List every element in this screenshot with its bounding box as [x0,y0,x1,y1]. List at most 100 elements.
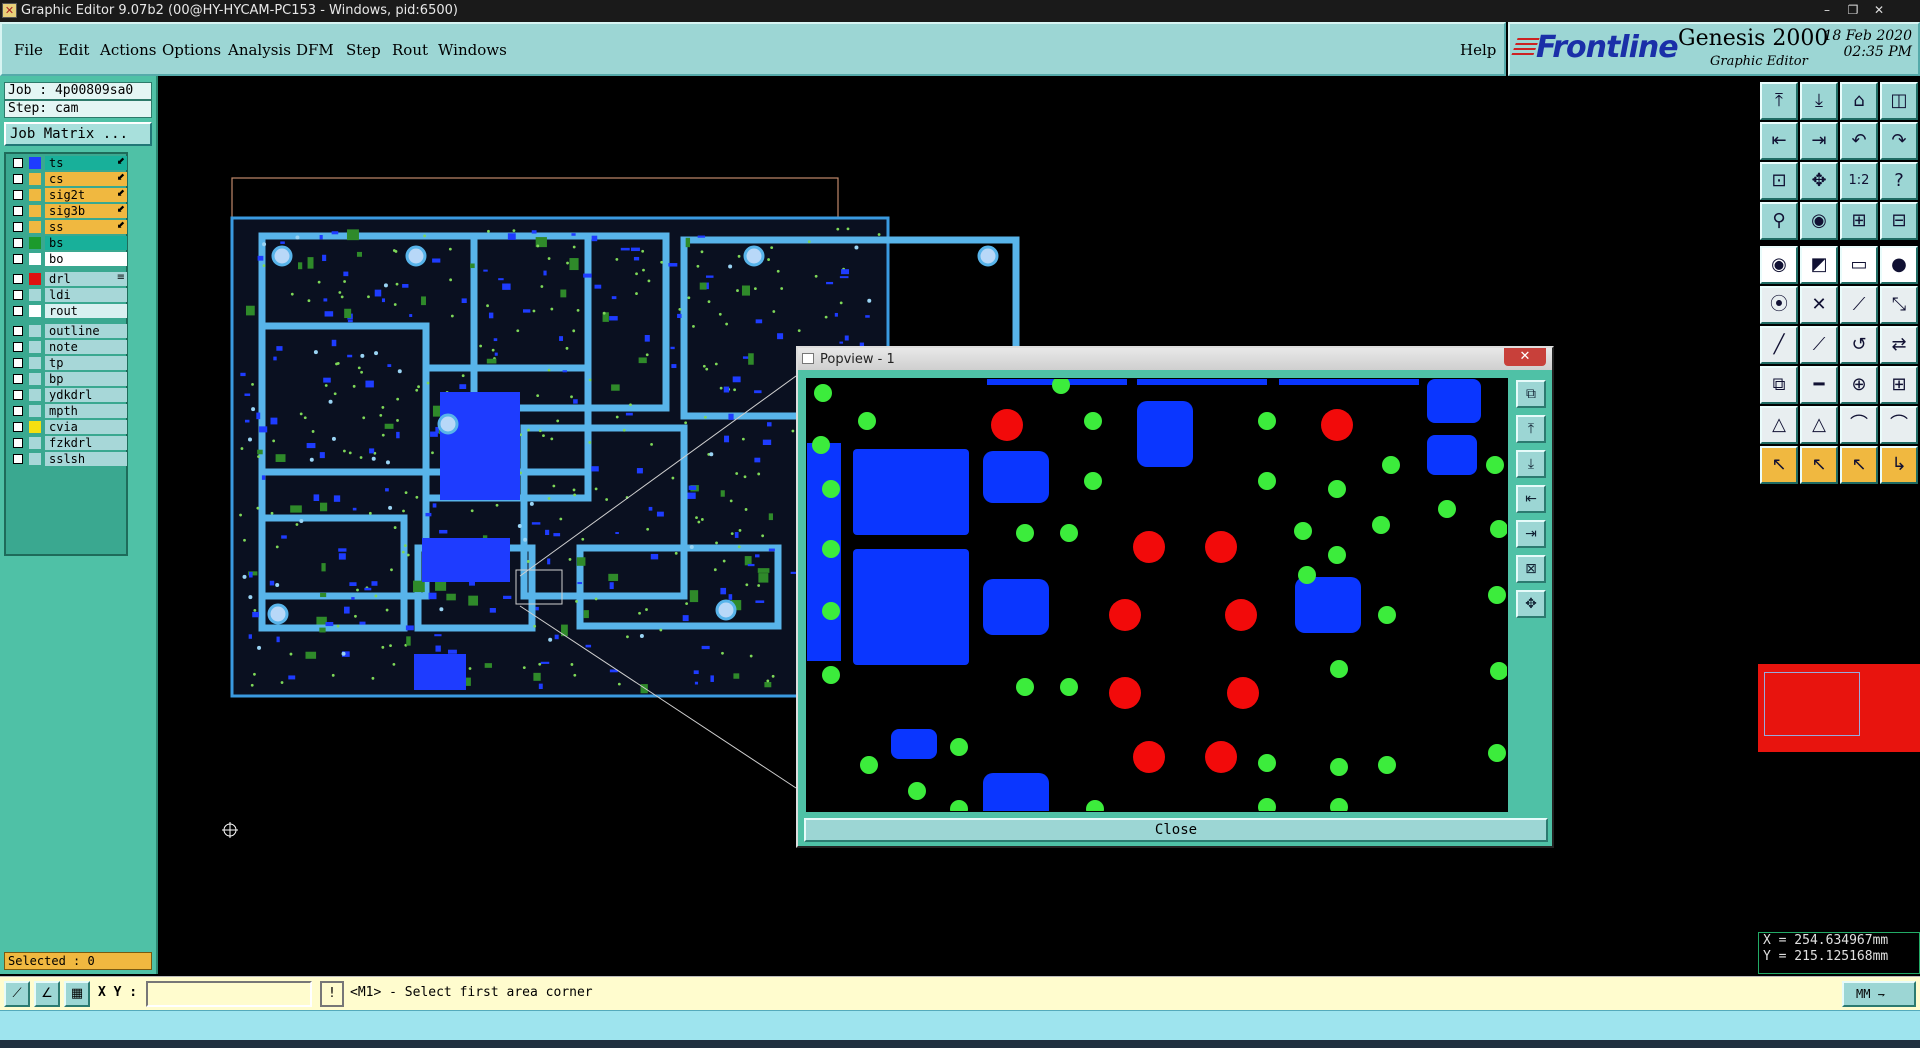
menu-edit[interactable]: Edit [58,41,89,59]
close-icon[interactable]: ✕ [1504,348,1546,366]
node-icon[interactable]: ⦿ [1760,286,1798,324]
layer-checkbox[interactable] [13,358,23,368]
pointer-alt-icon[interactable]: ↖ [1800,446,1838,484]
menu-step[interactable]: Step [346,41,381,59]
one-to-one-icon[interactable]: 1:2 [1840,162,1878,200]
menu-analysis[interactable]: Analysis [228,41,291,59]
arch-alt-icon[interactable]: ⌒ [1880,406,1918,444]
layer-checkbox[interactable] [13,238,23,248]
zoom-out-icon[interactable]: ⤓ [1516,450,1546,478]
undo-icon[interactable]: ↶ [1840,122,1878,160]
menu-dfm[interactable]: DFM [296,41,334,59]
layer-row-cvia[interactable]: cvia [9,420,127,434]
layer-checkbox[interactable] [13,342,23,352]
arch-icon[interactable]: ⌒ [1840,406,1878,444]
units-selector[interactable]: MM ⇁ [1842,981,1916,1007]
layer-checkbox[interactable] [13,174,23,184]
menu-file[interactable]: File [14,41,43,59]
trim-icon[interactable]: ━ [1800,366,1838,404]
pointer-red-icon[interactable]: ↖ [1840,446,1878,484]
layer-name[interactable]: cs ⬋ [45,172,127,186]
layer-color-swatch[interactable] [29,253,41,265]
layer-row-ts[interactable]: ts ⬋ [9,156,127,170]
layer-color-swatch[interactable] [29,325,41,337]
copy-icon[interactable]: ⧉ [1760,366,1798,404]
tri-alt-icon[interactable]: △ [1800,406,1838,444]
pan-right-icon[interactable]: ⇥ [1516,520,1546,548]
layer-checkbox[interactable] [13,422,23,432]
redo-icon[interactable]: ↷ [1880,122,1918,160]
snap-mode-icon[interactable]: ⟋ [4,981,30,1007]
layer-color-swatch[interactable] [29,305,41,317]
minimize-button[interactable]: – [1816,2,1838,18]
overview-frame[interactable] [1764,672,1860,736]
layer-checkbox[interactable] [13,158,23,168]
prev-icon[interactable]: ⇤ [1760,122,1798,160]
layer-row-outline[interactable]: outline [9,324,127,338]
layer-name[interactable]: bp [45,372,127,386]
layer-color-swatch[interactable] [29,173,41,185]
job-matrix-button[interactable]: Job Matrix ... [4,122,152,146]
layer-row-cs[interactable]: cs ⬋ [9,172,127,186]
layer-name[interactable]: outline [45,324,127,338]
zoom-in-icon[interactable]: ⤒ [1516,415,1546,443]
popview-zoom-view[interactable] [807,379,1508,812]
pan-left-icon[interactable]: ⇤ [1516,485,1546,513]
layer-color-swatch[interactable] [29,421,41,433]
layer-checkbox[interactable] [13,254,23,264]
route-icon[interactable]: ⇄ [1880,326,1918,364]
layout-icon[interactable]: ◫ [1880,82,1918,120]
zoom-all-icon[interactable]: ⊠ [1516,555,1546,583]
layer-checkbox[interactable] [13,290,23,300]
center-icon[interactable]: ✥ [1800,162,1838,200]
layer-color-swatch[interactable] [29,389,41,401]
angle-mode-icon[interactable]: ∠ [34,981,60,1007]
net-alt-icon[interactable]: ⊟ [1880,202,1918,240]
layer-name[interactable]: mpth [45,404,127,418]
layer-checkbox[interactable] [13,438,23,448]
next-icon[interactable]: ⇥ [1800,122,1838,160]
grid-mode-icon[interactable]: ▦ [64,981,90,1007]
pointer-icon[interactable]: ↖ [1760,446,1798,484]
layer-checkbox[interactable] [13,406,23,416]
swap-icon[interactable]: ⊞ [1880,366,1918,404]
dot-icon[interactable]: ● [1880,246,1918,284]
tri-icon[interactable]: △ [1760,406,1798,444]
popview-canvas[interactable] [806,378,1508,812]
layer-color-swatch[interactable] [29,357,41,369]
layer-row-bp[interactable]: bp [9,372,127,386]
overview-panel[interactable] [1758,664,1920,752]
layer-color-swatch[interactable] [29,405,41,417]
layer-checkbox[interactable] [13,454,23,464]
layer-row-mpth[interactable]: mpth [9,404,127,418]
layer-checkbox[interactable] [13,326,23,336]
layer-name[interactable]: note [45,340,127,354]
snap-icon[interactable]: ⚲ [1760,202,1798,240]
layer-color-swatch[interactable] [29,221,41,233]
layer-row-sig3b[interactable]: sig3b ⬋ [9,204,127,218]
layer-row-note[interactable]: note [9,340,127,354]
layer-name[interactable]: ldi [45,288,127,302]
layer-color-swatch[interactable] [29,205,41,217]
xy-input[interactable] [146,981,312,1007]
layer-row-ldi[interactable]: ldi [9,288,127,302]
layer-name[interactable]: ss ⬋ [45,220,127,234]
layer-row-drl[interactable]: drl ≡ [9,272,127,286]
layer-row-bo[interactable]: bo [9,252,127,266]
layer-row-tp[interactable]: tp [9,356,127,370]
close-window-button[interactable]: ✕ [1868,2,1890,18]
layer-color-swatch[interactable] [29,437,41,449]
menu-help[interactable]: Help [1460,41,1496,59]
layer-name[interactable]: tp [45,356,127,370]
layer-color-swatch[interactable] [29,289,41,301]
help-icon[interactable]: ? [1880,162,1918,200]
connect-icon[interactable]: ⟋ [1840,286,1878,324]
layer-color-swatch[interactable] [29,273,41,285]
layer-checkbox[interactable] [13,390,23,400]
popview-title-bar[interactable]: Popview - 1 ✕ [798,348,1552,370]
home-icon[interactable]: ⌂ [1840,82,1878,120]
layer-name[interactable]: rout [45,304,127,318]
layer-color-swatch[interactable] [29,341,41,353]
layer-row-sig2t[interactable]: sig2t ⬋ [9,188,127,202]
layer-name[interactable]: sslsh [45,452,127,466]
